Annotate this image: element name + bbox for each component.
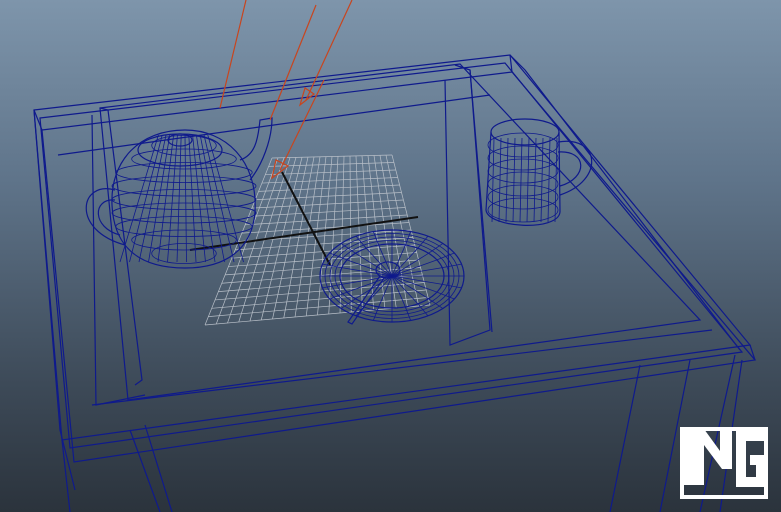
- plate-wireframe[interactable]: [319, 229, 465, 323]
- mesh-line: [440, 283, 462, 289]
- mesh-line: [487, 197, 559, 223]
- mesh-line: [519, 137, 523, 223]
- light-ray: [269, 4, 317, 121]
- light-ray: [305, 0, 353, 101]
- mesh-line: [533, 137, 537, 223]
- mesh-line: [215, 282, 425, 301]
- mesh-line: [487, 184, 559, 210]
- perspective-viewport[interactable]: [0, 0, 781, 512]
- tabletop-frame: [99, 63, 702, 401]
- mesh-line: [184, 134, 187, 263]
- mesh-line: [554, 137, 558, 223]
- mesh-line: [148, 134, 171, 263]
- scene-canvas[interactable]: [0, 0, 781, 512]
- mesh-line: [208, 297, 429, 317]
- mesh-line: [151, 243, 217, 264]
- mesh-line: [487, 171, 559, 197]
- axis-z: [281, 171, 331, 266]
- mesh-line: [440, 263, 462, 269]
- mug-rim: [490, 118, 560, 146]
- mesh-line: [547, 137, 551, 223]
- mesh-line: [129, 134, 163, 263]
- table-leg-back-right: [444, 64, 493, 346]
- mesh-line: [176, 134, 182, 263]
- tabletop-frame-line: [91, 329, 713, 406]
- table-wireframe[interactable]: [33, 54, 757, 512]
- mesh-line: [512, 137, 516, 223]
- ng-logo-icon: [680, 427, 768, 499]
- light-ray: [279, 79, 325, 171]
- mesh-line: [211, 289, 427, 309]
- mesh-line: [487, 158, 559, 184]
- tabletop-frame-line: [57, 94, 491, 156]
- mesh-line: [111, 189, 257, 210]
- mesh-line: [391, 275, 441, 285]
- mesh-line: [526, 137, 530, 223]
- teapot-wireframe[interactable]: [85, 117, 273, 269]
- tabletop-inner-edge: [39, 62, 744, 449]
- mesh-line: [111, 175, 257, 197]
- table-side-edge: [509, 54, 741, 351]
- mesh-line: [505, 137, 509, 223]
